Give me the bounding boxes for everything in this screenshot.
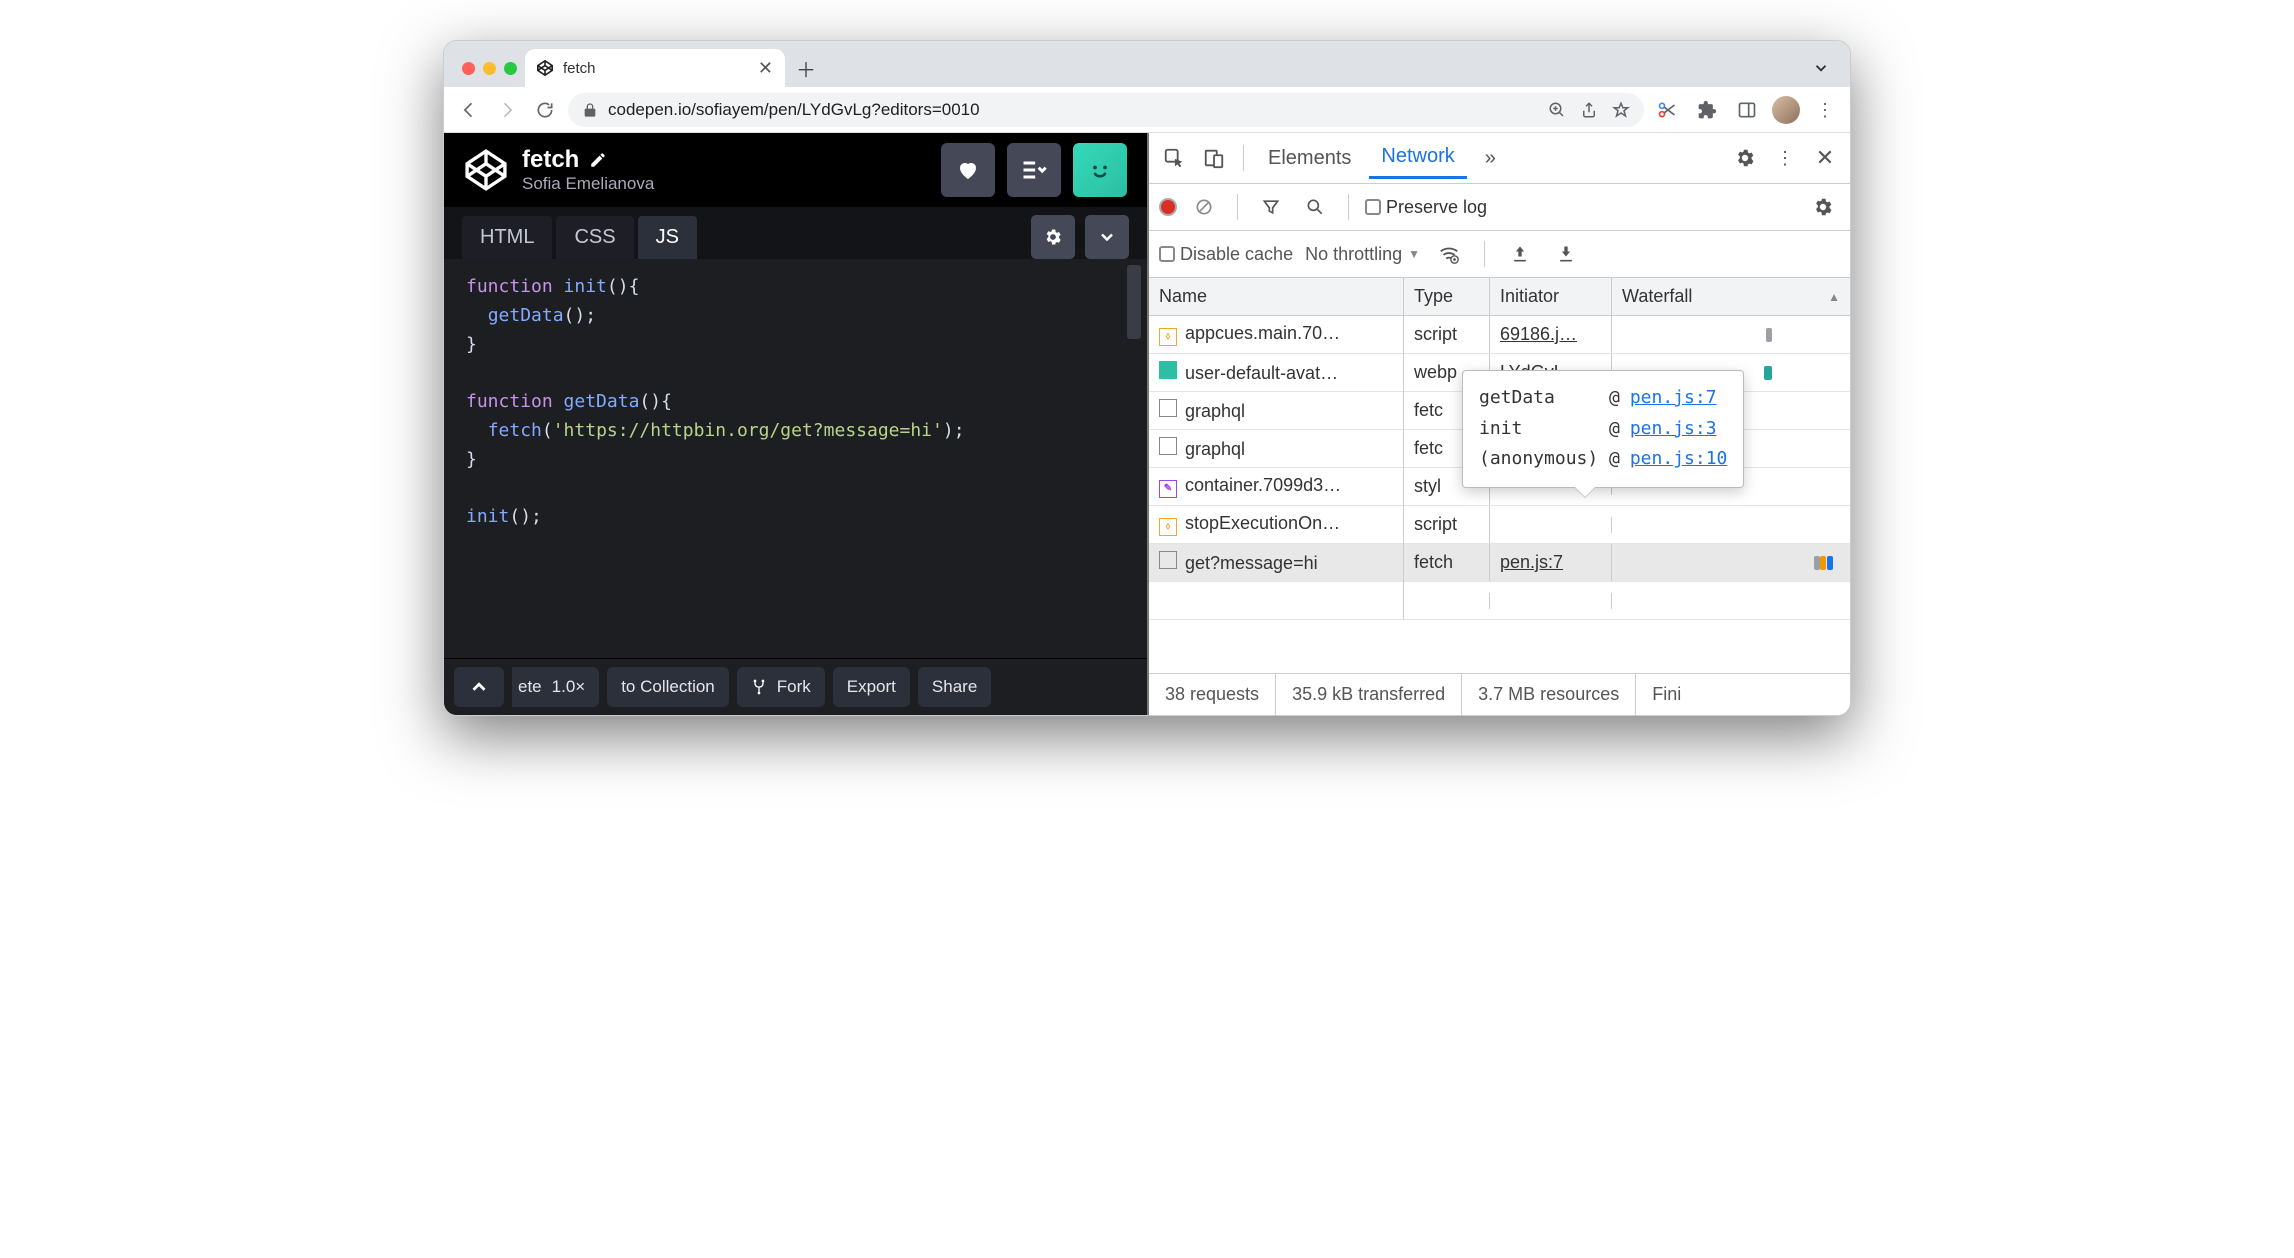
star-icon[interactable] bbox=[1612, 101, 1630, 119]
col-initiator[interactable]: Initiator bbox=[1490, 278, 1612, 315]
reload-button[interactable] bbox=[530, 95, 560, 125]
view-button[interactable] bbox=[1007, 143, 1061, 197]
status-requests: 38 requests bbox=[1149, 674, 1276, 715]
tab-network[interactable]: Network bbox=[1369, 137, 1466, 179]
scrollbar[interactable] bbox=[1127, 265, 1141, 339]
tab-css[interactable]: CSS bbox=[556, 216, 633, 259]
download-har-icon[interactable] bbox=[1549, 237, 1583, 271]
browser-tab[interactable]: fetch ✕ bbox=[525, 49, 785, 87]
share-button[interactable]: Share bbox=[918, 667, 991, 707]
browser-window: fetch ✕ ＋ codepen.io/sofiayem/pen/LYdGvL… bbox=[443, 40, 1851, 716]
to-collection-button[interactable]: to Collection bbox=[607, 667, 729, 707]
forward-button[interactable] bbox=[492, 95, 522, 125]
network-settings-icon[interactable] bbox=[1806, 190, 1840, 224]
editor-settings-icon[interactable] bbox=[1031, 215, 1075, 259]
edit-title-icon[interactable] bbox=[589, 151, 607, 169]
table-row[interactable]: ⬨stopExecutionOn…script bbox=[1149, 506, 1850, 544]
codepen-panel: fetch Sofia Emelianova HTML CSS JS bbox=[444, 133, 1147, 715]
tab-elements[interactable]: Elements bbox=[1256, 139, 1363, 178]
address-bar: codepen.io/sofiayem/pen/LYdGvLg?editors=… bbox=[444, 87, 1850, 133]
pen-title: fetch bbox=[522, 146, 579, 174]
col-waterfall[interactable]: Waterfall▲ bbox=[1612, 278, 1850, 315]
status-transferred: 35.9 kB transferred bbox=[1276, 674, 1462, 715]
maximize-window[interactable] bbox=[504, 62, 517, 75]
tooltip-row: (anonymous)@ pen.js:10 bbox=[1479, 444, 1727, 475]
col-name[interactable]: Name bbox=[1149, 278, 1404, 315]
scissors-icon[interactable] bbox=[1652, 95, 1682, 125]
zoom-icon[interactable] bbox=[1548, 101, 1566, 119]
tab-more[interactable]: » bbox=[1473, 139, 1508, 178]
tab-js[interactable]: JS bbox=[638, 216, 697, 259]
fork-button[interactable]: Fork bbox=[737, 667, 825, 707]
tooltip-row: init@ pen.js:3 bbox=[1479, 414, 1727, 445]
codepen-favicon-icon bbox=[537, 60, 553, 76]
footer-expand-icon[interactable] bbox=[454, 667, 504, 707]
codepen-logo-icon bbox=[464, 148, 508, 192]
filter-icon[interactable] bbox=[1254, 190, 1288, 224]
tab-list-chevron-icon[interactable] bbox=[1812, 59, 1830, 77]
tooltip-row: getData@ pen.js:7 bbox=[1479, 383, 1727, 414]
col-type[interactable]: Type bbox=[1404, 278, 1490, 315]
network-table: Name Type Initiator Waterfall▲ ⬨appcues.… bbox=[1149, 278, 1850, 673]
stack-link[interactable]: pen.js:7 bbox=[1630, 383, 1717, 414]
new-tab-button[interactable]: ＋ bbox=[791, 53, 821, 83]
initiator-tooltip: getData@ pen.js:7init@ pen.js:3(anonymou… bbox=[1462, 370, 1744, 488]
inspect-icon[interactable] bbox=[1157, 141, 1191, 175]
table-row[interactable]: get?message=hifetchpen.js:7 bbox=[1149, 544, 1850, 582]
clear-button[interactable] bbox=[1187, 190, 1221, 224]
devtools-menu-icon[interactable]: ⋮ bbox=[1768, 141, 1802, 175]
stack-link[interactable]: pen.js:10 bbox=[1630, 444, 1728, 475]
network-toolbar-2: Disable cache No throttling ▼ bbox=[1149, 231, 1850, 278]
back-button[interactable] bbox=[454, 95, 484, 125]
network-conditions-icon[interactable] bbox=[1432, 237, 1466, 271]
extensions-icon[interactable] bbox=[1692, 95, 1722, 125]
device-toggle-icon[interactable] bbox=[1197, 141, 1231, 175]
stack-link[interactable]: pen.js:3 bbox=[1630, 414, 1717, 445]
code-editor[interactable]: function init(){ getData(); } function g… bbox=[444, 259, 1147, 658]
footer-truncated[interactable]: ete 1.0× bbox=[512, 667, 599, 707]
network-toolbar: Preserve log bbox=[1149, 184, 1850, 231]
profile-button[interactable] bbox=[1073, 143, 1127, 197]
share-icon[interactable] bbox=[1580, 101, 1598, 119]
search-icon[interactable] bbox=[1298, 190, 1332, 224]
table-row bbox=[1149, 582, 1850, 620]
close-window[interactable] bbox=[462, 62, 475, 75]
devtools-tabs: Elements Network » ⋮ ✕ bbox=[1149, 133, 1850, 184]
editor-dropdown-icon[interactable] bbox=[1085, 215, 1129, 259]
table-row[interactable]: ⬨appcues.main.70…script69186.j… bbox=[1149, 316, 1850, 354]
pen-author: Sofia Emelianova bbox=[522, 174, 654, 194]
status-finish: Fini bbox=[1636, 674, 1697, 715]
tab-html[interactable]: HTML bbox=[462, 216, 552, 259]
status-resources: 3.7 MB resources bbox=[1462, 674, 1636, 715]
devtools-panel: Elements Network » ⋮ ✕ Preserve log Dis bbox=[1147, 133, 1850, 715]
throttling-select[interactable]: No throttling ▼ bbox=[1305, 244, 1420, 265]
export-button[interactable]: Export bbox=[833, 667, 910, 707]
table-header: Name Type Initiator Waterfall▲ bbox=[1149, 278, 1850, 316]
love-button[interactable] bbox=[941, 143, 995, 197]
upload-har-icon[interactable] bbox=[1503, 237, 1537, 271]
window-controls bbox=[454, 62, 525, 87]
codepen-footer: ete 1.0× to Collection Fork Export Share bbox=[444, 658, 1147, 715]
url-text: codepen.io/sofiayem/pen/LYdGvLg?editors=… bbox=[608, 100, 980, 120]
preserve-log-checkbox[interactable]: Preserve log bbox=[1365, 197, 1487, 218]
url-right-icons bbox=[1548, 101, 1630, 119]
panel-icon[interactable] bbox=[1732, 95, 1762, 125]
close-tab-icon[interactable]: ✕ bbox=[758, 58, 773, 79]
menu-icon[interactable]: ⋮ bbox=[1810, 95, 1840, 125]
lock-icon bbox=[582, 102, 598, 118]
tab-title: fetch bbox=[563, 60, 596, 77]
disable-cache-checkbox[interactable]: Disable cache bbox=[1159, 244, 1293, 265]
status-bar: 38 requests 35.9 kB transferred 3.7 MB r… bbox=[1149, 673, 1850, 715]
editor-tabs: HTML CSS JS bbox=[444, 207, 1147, 259]
minimize-window[interactable] bbox=[483, 62, 496, 75]
devtools-settings-icon[interactable] bbox=[1728, 141, 1762, 175]
url-field[interactable]: codepen.io/sofiayem/pen/LYdGvLg?editors=… bbox=[568, 93, 1644, 127]
tab-strip: fetch ✕ ＋ bbox=[444, 41, 1850, 87]
profile-avatar[interactable] bbox=[1772, 96, 1800, 124]
devtools-close-icon[interactable]: ✕ bbox=[1808, 141, 1842, 175]
record-button[interactable] bbox=[1159, 198, 1177, 216]
toolbar-icons: ⋮ bbox=[1652, 95, 1840, 125]
codepen-header: fetch Sofia Emelianova bbox=[444, 133, 1147, 207]
